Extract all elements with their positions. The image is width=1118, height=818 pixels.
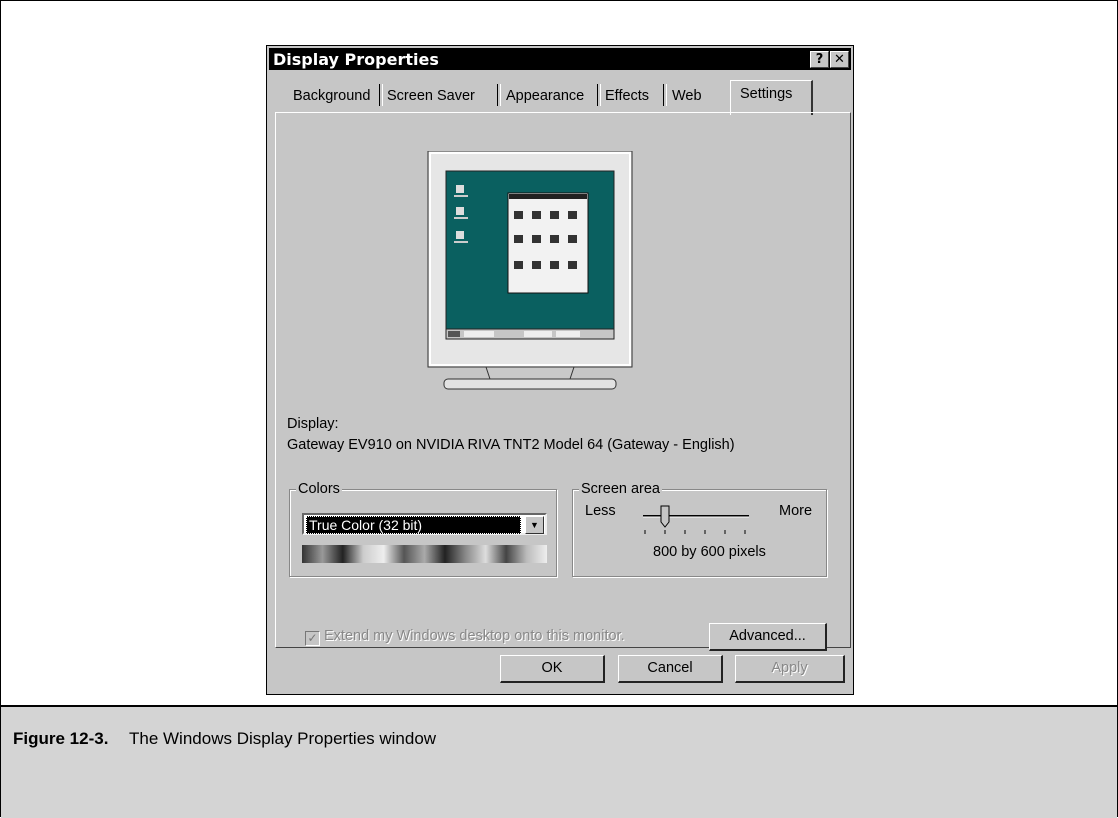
monitor-preview-icon <box>427 151 633 390</box>
figure-caption: Figure 12-3. The Windows Display Propert… <box>1 705 1117 818</box>
tab-effects[interactable]: Effects <box>605 88 649 104</box>
screen-area-more-label: More <box>779 503 813 519</box>
tab-divider <box>597 84 601 106</box>
figure-frame: Display Properties ? ✕ Background Screen… <box>0 0 1118 818</box>
color-gradient-bar <box>302 545 547 563</box>
tab-settings[interactable]: Settings <box>740 86 792 102</box>
cancel-button[interactable]: Cancel <box>618 655 723 683</box>
display-properties-window: Display Properties ? ✕ Background Screen… <box>266 45 854 695</box>
tab-screen-saver[interactable]: Screen Saver <box>387 88 475 104</box>
screen-area-group-label: Screen area <box>579 481 662 497</box>
display-label: Display: <box>287 416 339 432</box>
figure-number: Figure 12-3. <box>13 729 109 748</box>
chevron-down-icon[interactable]: ▼ <box>525 516 544 534</box>
tab-appearance[interactable]: Appearance <box>506 88 584 104</box>
window-title: Display Properties <box>273 50 439 69</box>
apply-button[interactable]: Apply <box>735 655 845 683</box>
extend-desktop-checkbox[interactable]: ✓ <box>305 631 320 646</box>
colors-group-label: Colors <box>296 481 342 497</box>
tab-divider <box>663 84 667 106</box>
colors-dropdown[interactable]: True Color (32 bit) ▼ <box>302 513 547 535</box>
close-button[interactable]: ✕ <box>830 51 849 68</box>
tab-divider <box>497 84 501 106</box>
tab-background[interactable]: Background <box>293 88 370 104</box>
colors-group: Colors True Color (32 bit) ▼ <box>289 481 557 577</box>
screen-area-value: 800 by 600 pixels <box>653 544 766 560</box>
screen-area-group: Screen area Less More 800 by 600 pixels <box>572 481 827 577</box>
figure-caption-text: The Windows Display Properties window <box>129 729 437 748</box>
display-adapter-name: Gateway EV910 on NVIDIA RIVA TNT2 Model … <box>287 437 735 453</box>
tab-divider <box>379 84 383 106</box>
colors-selected-value: True Color (32 bit) <box>306 516 521 534</box>
screen-area-slider[interactable] <box>641 502 753 536</box>
slider-thumb[interactable] <box>660 505 670 528</box>
ok-button[interactable]: OK <box>500 655 605 683</box>
extend-desktop-label: Extend my Windows desktop onto this moni… <box>324 628 625 644</box>
screen-area-less-label: Less <box>585 503 616 519</box>
help-button[interactable]: ? <box>810 51 829 68</box>
advanced-button[interactable]: Advanced... <box>709 623 827 651</box>
tab-web[interactable]: Web <box>672 88 702 104</box>
title-bar: Display Properties ? ✕ <box>269 48 851 70</box>
